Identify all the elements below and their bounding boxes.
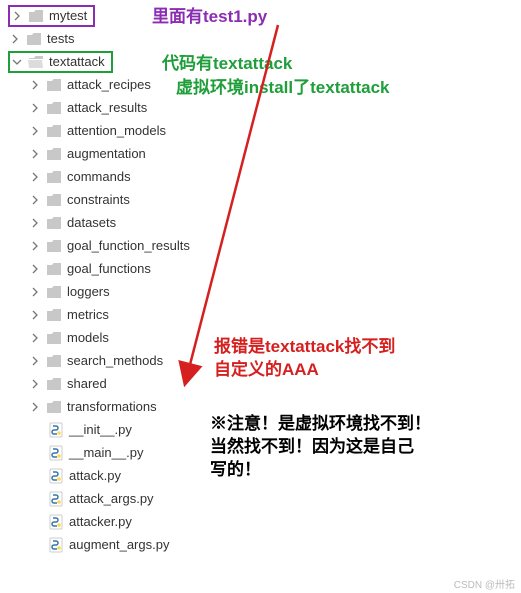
folder-label: attack_recipes [67,77,151,92]
tree-row-tests[interactable]: tests [8,27,521,50]
tree-row[interactable]: commands [8,165,521,188]
tree-row[interactable]: search_methods [8,349,521,372]
folder-icon [46,262,62,276]
chevron-right-icon[interactable] [28,147,42,161]
chevron-right-icon[interactable] [28,124,42,138]
chevron-right-icon[interactable] [8,32,22,46]
python-file-icon [48,468,64,484]
folder-label: attack_results [67,100,147,115]
python-file-icon [48,422,64,438]
folder-icon [26,32,42,46]
folder-label: datasets [67,215,116,230]
folder-label: loggers [67,284,110,299]
python-file-icon [48,514,64,530]
file-label: augment_args.py [69,537,169,552]
tree-row-file[interactable]: __main__.py [8,441,521,464]
chevron-right-icon[interactable] [28,216,42,230]
file-label: attack.py [69,468,121,483]
tree-row[interactable]: attack_results [8,96,521,119]
watermark: CSDN @卅拓 [454,576,515,591]
folder-label: attention_models [67,123,166,138]
folder-label: textattack [49,54,105,69]
python-file-icon [48,491,64,507]
folder-label: mytest [49,8,87,23]
folder-icon [46,101,62,115]
chevron-right-icon[interactable] [28,308,42,322]
python-file-icon [48,537,64,553]
folder-label: goal_functions [67,261,151,276]
folder-icon [46,216,62,230]
tree-row[interactable]: transformations [8,395,521,418]
chevron-right-icon[interactable] [28,354,42,368]
file-label: __init__.py [69,422,132,437]
folder-label: models [67,330,109,345]
file-label: attacker.py [69,514,132,529]
tree-row-file[interactable]: attack.py [8,464,521,487]
folder-open-icon [28,55,44,69]
chevron-right-icon[interactable] [28,101,42,115]
folder-label: goal_function_results [67,238,190,253]
chevron-right-icon[interactable] [28,262,42,276]
chevron-right-icon[interactable] [28,193,42,207]
folder-icon [46,308,62,322]
folder-icon [46,331,62,345]
tree-row-file[interactable]: attack_args.py [8,487,521,510]
folder-icon [46,400,62,414]
folder-icon [46,193,62,207]
folder-icon [46,377,62,391]
chevron-right-icon[interactable] [28,400,42,414]
python-file-icon [48,445,64,461]
tree-row[interactable]: augmentation [8,142,521,165]
folder-icon [46,239,62,253]
folder-icon [46,285,62,299]
folder-icon [46,354,62,368]
folder-icon [46,147,62,161]
chevron-right-icon[interactable] [28,285,42,299]
tree-row[interactable]: attack_recipes [8,73,521,96]
folder-icon [46,78,62,92]
folder-label: shared [67,376,107,391]
chevron-right-icon[interactable] [28,331,42,345]
folder-icon [46,170,62,184]
chevron-right-icon[interactable] [28,377,42,391]
chevron-right-icon[interactable] [28,239,42,253]
folder-icon [28,9,44,23]
folder-label: augmentation [67,146,146,161]
tree-row[interactable]: datasets [8,211,521,234]
tree-row-file[interactable]: __init__.py [8,418,521,441]
chevron-right-icon[interactable] [10,9,24,23]
tree-row[interactable]: attention_models [8,119,521,142]
folder-label: search_methods [67,353,163,368]
tree-row[interactable]: models [8,326,521,349]
file-label: __main__.py [69,445,143,460]
chevron-down-icon[interactable] [10,55,24,69]
folder-label: tests [47,31,74,46]
folder-icon [46,124,62,138]
tree-row[interactable]: goal_functions [8,257,521,280]
tree-row-textattack[interactable]: textattack [8,50,521,73]
folder-label: transformations [67,399,157,414]
tree-row-mytest[interactable]: mytest [8,4,521,27]
tree-row-file[interactable]: attacker.py [8,510,521,533]
tree-row[interactable]: goal_function_results [8,234,521,257]
folder-label: commands [67,169,131,184]
file-tree: mytest tests textattack attack_recipes a… [0,0,521,556]
tree-row-file[interactable]: augment_args.py [8,533,521,556]
file-label: attack_args.py [69,491,154,506]
chevron-right-icon[interactable] [28,78,42,92]
folder-label: constraints [67,192,130,207]
chevron-right-icon[interactable] [28,170,42,184]
tree-row[interactable]: shared [8,372,521,395]
tree-row[interactable]: constraints [8,188,521,211]
tree-row[interactable]: metrics [8,303,521,326]
folder-label: metrics [67,307,109,322]
tree-row[interactable]: loggers [8,280,521,303]
